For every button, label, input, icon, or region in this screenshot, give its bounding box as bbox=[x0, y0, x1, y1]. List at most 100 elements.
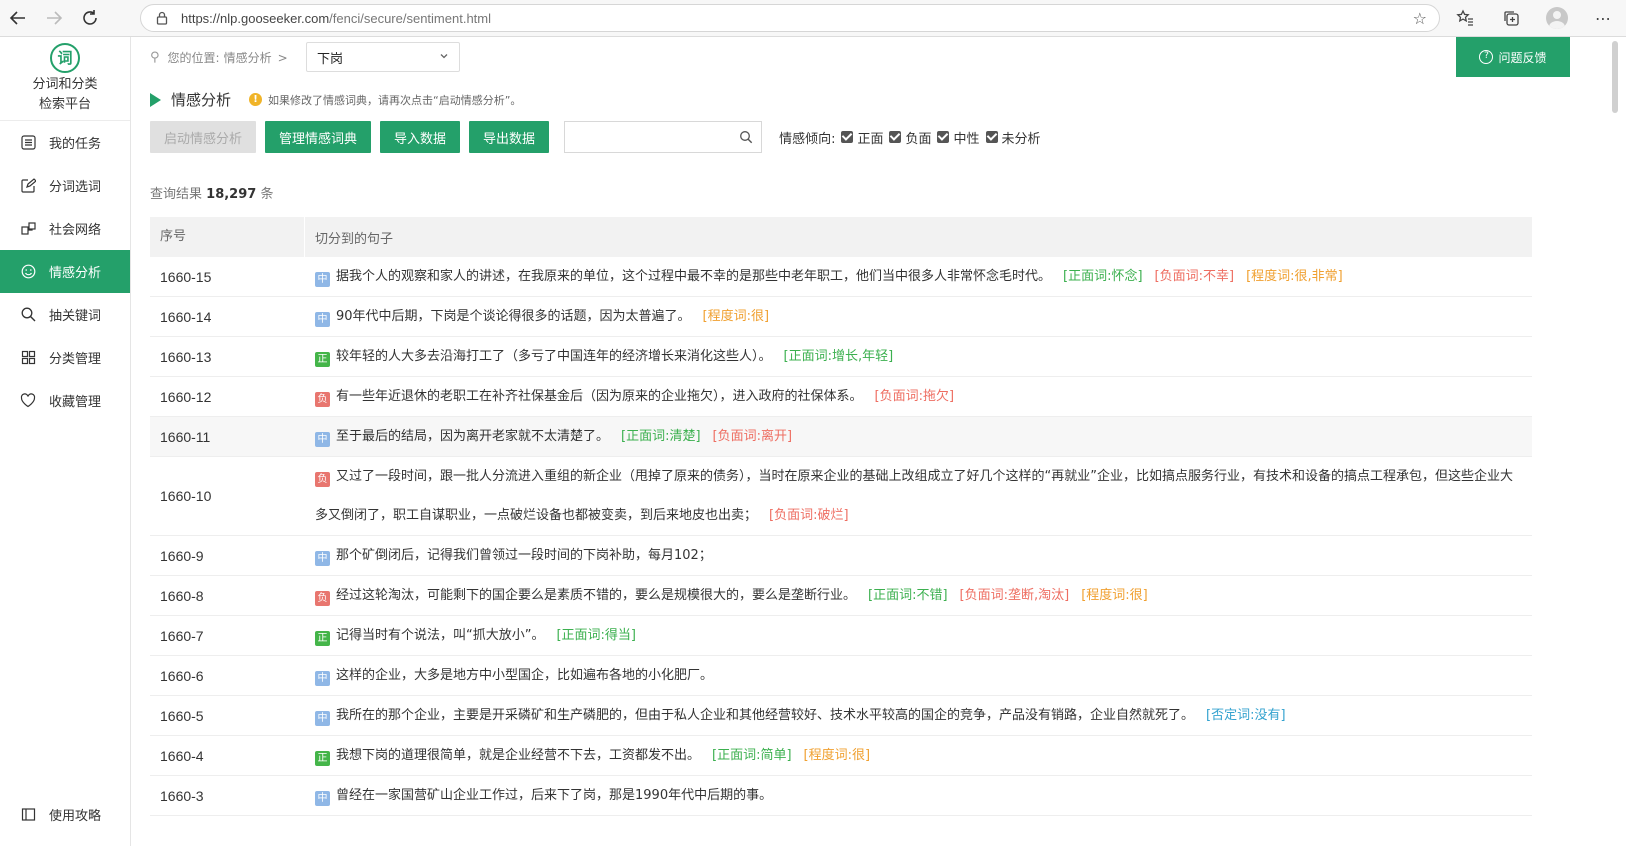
smile-icon bbox=[20, 264, 36, 280]
filter-neutral-checkbox[interactable]: 中性 bbox=[937, 128, 980, 147]
sentence-table: 序号 切分到的句子 1660-15 中据我个人的观察和家人的讲述，在我原来的单位，… bbox=[150, 217, 1532, 816]
table-row[interactable]: 1660-3 中曾经在一家国营矿山企业工作过，后来下了岗，那是1990年代中后期的… bbox=[150, 776, 1532, 816]
table-row[interactable]: 1660-12 负有一些年近退休的老职工在补齐社保基金后（因为原来的企业拖欠），进… bbox=[150, 377, 1532, 417]
table-row[interactable]: 1660-10 负又过了一段时间，跟一批人分流进入重组的新企业（甩掉了原来的债务）… bbox=[150, 457, 1532, 536]
row-id: 1660-7 bbox=[160, 627, 204, 644]
sidebar-item-tasks[interactable]: 我的任务 bbox=[0, 121, 130, 164]
table-row[interactable]: 1660-13 正较年轻的人大多去沿海打工了（多亏了中国连年的经济增长来消化这些人… bbox=[150, 337, 1532, 377]
breadcrumb-separator: > bbox=[277, 50, 288, 65]
sidebar-item-label: 社会网络 bbox=[49, 223, 102, 238]
row-sentence: 中据我个人的观察和家人的讲述，在我原来的单位，这个过程中最不幸的是那些中老年职工… bbox=[305, 257, 1532, 296]
column-header-id: 序号 bbox=[150, 217, 305, 257]
forward-icon[interactable] bbox=[36, 0, 72, 36]
result-count-value: 18,297 bbox=[206, 187, 257, 202]
sidebar-item-classification[interactable]: 分类管理 bbox=[0, 336, 130, 379]
table-row[interactable]: 1660-7 正记得当时有个说法，叫“抓大放小”。 [正面词:得当] bbox=[150, 616, 1532, 656]
sidebar-item-favorites[interactable]: 收藏管理 bbox=[0, 379, 130, 422]
row-id: 1660-5 bbox=[160, 707, 204, 724]
sentiment-keyword: [程度词:很] bbox=[1081, 588, 1148, 603]
table-row[interactable]: 1660-5 中我所在的那个企业，主要是开采磷矿和生产磷肥的，但由于私人企业和其他… bbox=[150, 696, 1532, 736]
row-id: 1660-4 bbox=[160, 747, 204, 764]
sentiment-tag: 负 bbox=[315, 392, 330, 407]
url-text: https://nlp.gooseeker.com/fenci/secure/s… bbox=[181, 10, 492, 26]
more-options-icon[interactable]: ⋯ bbox=[1580, 0, 1626, 36]
back-icon[interactable] bbox=[0, 0, 36, 36]
scrollbar[interactable] bbox=[1570, 37, 1626, 846]
scrollbar-thumb[interactable] bbox=[1612, 41, 1618, 113]
sidebar-item-label: 抽关键词 bbox=[49, 309, 102, 324]
sentence-text: 较年轻的人大多去沿海打工了（多亏了中国连年的经济增长来消化这些人）。 bbox=[336, 349, 772, 364]
sentiment-tag: 中 bbox=[315, 551, 330, 566]
sentiment-keyword: [负面词:垄断,淘汰] bbox=[959, 588, 1070, 603]
sidebar-item-keywords[interactable]: 抽关键词 bbox=[0, 293, 130, 336]
checkbox-checked-icon bbox=[889, 131, 902, 143]
export-data-button[interactable]: 导出数据 bbox=[469, 121, 550, 153]
row-sentence: 中我所在的那个企业，主要是开采磷矿和生产磷肥的，但由于私人企业和其他经营较好、技… bbox=[305, 696, 1532, 735]
row-sentence: 负经过这轮淘汰，可能剩下的国企要么是素质不错的，要么是规模很大的，要么是垄断行业… bbox=[305, 576, 1532, 615]
search-input[interactable] bbox=[565, 122, 736, 152]
table-row[interactable]: 1660-8 负经过这轮淘汰，可能剩下的国企要么是素质不错的，要么是规模很大的，要… bbox=[150, 576, 1532, 616]
table-row[interactable]: 1660-14 中 90年代中后期，下岗是个谈论得很多的话题，因为太普遍了。 [程度词… bbox=[150, 297, 1532, 337]
sentiment-tag: 正 bbox=[315, 631, 330, 646]
row-sentence: 正较年轻的人大多去沿海打工了（多亏了中国连年的经济增长来消化这些人）。 [正面词:… bbox=[305, 337, 1532, 376]
sentence-text: 90年代中后期，下岗是个谈论得很多的话题，因为太普遍了。 bbox=[336, 309, 691, 324]
section-header: 情感分析 ! 如果修改了情感词典，请再次点击“启动情感分析”。 bbox=[150, 89, 521, 110]
sentiment-tag: 正 bbox=[315, 751, 330, 766]
row-id: 1660-10 bbox=[160, 488, 212, 504]
table-row[interactable]: 1660-15 中据我个人的观察和家人的讲述，在我原来的单位，这个过程中最不幸的是… bbox=[150, 257, 1532, 297]
breadcrumb-page[interactable]: 情感分析 bbox=[224, 49, 272, 66]
table-row[interactable]: 1660-11 中至于最后的结局，因为离开老家就不太清楚了。 [正面词:清楚] [负面… bbox=[150, 417, 1532, 457]
sentence-text: 至于最后的结局，因为离开老家就不太清楚了。 bbox=[336, 429, 610, 444]
sentiment-keyword: [否定词:没有] bbox=[1206, 708, 1286, 723]
main-content: ⚲ 您的位置: 情感分析 > 下岗 情感分析 ! 如果修改了情感词典，请再次点击… bbox=[150, 37, 1532, 846]
search-field bbox=[564, 121, 763, 153]
row-id: 1660-11 bbox=[160, 428, 211, 445]
search-icon bbox=[20, 307, 36, 323]
topic-select[interactable]: 下岗 bbox=[306, 42, 460, 72]
hint-text: 如果修改了情感词典，请再次点击“启动情感分析”。 bbox=[268, 93, 522, 107]
sentiment-tag: 中 bbox=[315, 272, 330, 287]
table-row[interactable]: 1660-6 中这样的企业，大多是地方中小型国企，比如遍布各地的小化肥厂。 bbox=[150, 656, 1532, 696]
sentence-text: 我所在的那个企业，主要是开采磷矿和生产磷肥的，但由于私人企业和其他经营较好、技术… bbox=[336, 708, 1195, 723]
breadcrumb-prefix: 您的位置: bbox=[167, 51, 220, 65]
sentiment-tag: 中 bbox=[315, 671, 330, 686]
address-bar[interactable]: https://nlp.gooseeker.com/fenci/secure/s… bbox=[140, 4, 1440, 32]
breadcrumb: ⚲ 您的位置: 情感分析 > bbox=[150, 49, 288, 66]
row-sentence: 中至于最后的结局，因为离开老家就不太清楚了。 [正面词:清楚] [负面词:离开] bbox=[305, 417, 1532, 456]
table-row[interactable]: 1660-9 中那个矿倒闭后，记得我们曾领过一段时间的下岗补助，每月102； bbox=[150, 536, 1532, 576]
sentiment-keyword: [负面词:拖欠] bbox=[874, 389, 955, 404]
sentiment-tag: 负 bbox=[315, 472, 330, 487]
sidebar: 词 分词和分类 检索平台 我的任务 分词选词 社会网络 情感分析 抽关键词 分类… bbox=[0, 37, 131, 846]
table-body: 1660-15 中据我个人的观察和家人的讲述，在我原来的单位，这个过程中最不幸的是… bbox=[150, 257, 1532, 816]
chevron-down-icon bbox=[439, 51, 449, 64]
logo-text-line1: 分词和分类 bbox=[32, 77, 98, 92]
sentiment-keyword: [正面词:增长,年轻] bbox=[783, 349, 894, 364]
sidebar-item-guide[interactable]: 使用攻略 bbox=[0, 793, 130, 836]
checkbox-checked-icon bbox=[841, 131, 854, 143]
filter-positive-checkbox[interactable]: 正面 bbox=[841, 128, 883, 147]
book-icon bbox=[20, 807, 36, 823]
filter-unanalyzed-checkbox[interactable]: 未分析 bbox=[985, 128, 1041, 147]
sidebar-item-segmentation[interactable]: 分词选词 bbox=[0, 164, 130, 207]
filter-negative-checkbox[interactable]: 负面 bbox=[889, 128, 931, 147]
row-id: 1660-15 bbox=[160, 268, 212, 285]
table-row[interactable]: 1660-4 正我想下岗的道理很简单，就是企业经营不下去，工资都发不出。 [正面词:… bbox=[150, 736, 1532, 776]
checkbox-checked-icon bbox=[937, 131, 950, 143]
collections-icon[interactable] bbox=[1488, 0, 1534, 36]
row-sentence: 负有一些年近退休的老职工在补齐社保基金后（因为原来的企业拖欠），进入政府的社保体… bbox=[305, 377, 1532, 416]
start-analysis-button[interactable]: 启动情感分析 bbox=[150, 121, 257, 153]
sentiment-tag: 中 bbox=[315, 312, 330, 327]
profile-avatar[interactable] bbox=[1534, 0, 1580, 36]
favorites-icon[interactable] bbox=[1442, 0, 1488, 36]
feedback-button[interactable]: ? 问题反馈 bbox=[1456, 37, 1570, 77]
refresh-icon[interactable] bbox=[72, 0, 108, 36]
manage-dictionary-button[interactable]: 管理情感词典 bbox=[265, 121, 372, 153]
sidebar-item-sentiment[interactable]: 情感分析 bbox=[0, 250, 130, 293]
sidebar-item-social-network[interactable]: 社会网络 bbox=[0, 207, 130, 250]
info-icon: ! bbox=[249, 93, 263, 106]
import-data-button[interactable]: 导入数据 bbox=[380, 121, 461, 153]
favorite-add-icon[interactable]: ☆ bbox=[1413, 9, 1427, 28]
logo[interactable]: 词 分词和分类 检索平台 bbox=[0, 37, 130, 121]
row-sentence: 负又过了一段时间，跟一批人分流进入重组的新企业（甩掉了原来的债务），当时在原来企… bbox=[305, 457, 1532, 535]
search-icon[interactable] bbox=[739, 130, 753, 144]
